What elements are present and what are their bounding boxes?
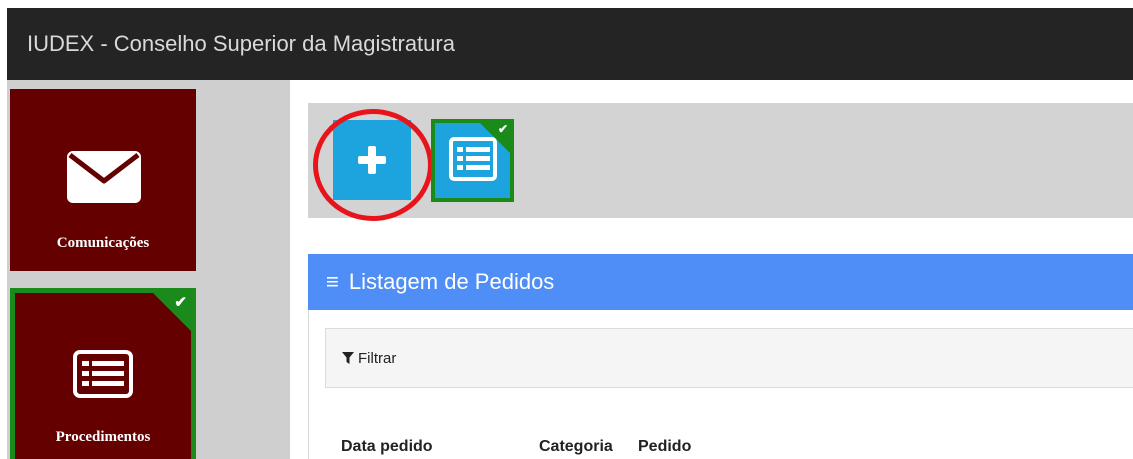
toolbar: ✔ (308, 103, 1133, 221)
sidebar-item-label: Comunicações (56, 235, 150, 251)
panel-header: ≡ Listagem de Pedidos (308, 254, 1133, 310)
sidebar-item-label: Procedimentos (55, 429, 151, 445)
hamburger-icon: ≡ (326, 269, 339, 294)
table-header: Data pedido Categoria Pedido (341, 438, 691, 456)
list-view-button[interactable]: ✔ (431, 119, 514, 202)
column-header-categoria[interactable]: Categoria (539, 438, 638, 456)
list-icon (449, 137, 497, 181)
add-button[interactable] (333, 120, 411, 200)
sidebar-item-comunicacoes[interactable]: Comunicações (10, 89, 196, 271)
plus-icon (358, 146, 386, 174)
app-title: IUDEX - Conselho Superior da Magistratur… (27, 31, 455, 56)
filter-label: Filtrar (358, 349, 397, 367)
app-title-bar: IUDEX - Conselho Superior da Magistratur… (7, 8, 1133, 80)
list-icon (73, 350, 133, 398)
envelope-icon (67, 151, 141, 203)
panel-body: Filtrar Data pedido Categoria Pedido (308, 310, 1133, 459)
filter-icon (342, 352, 354, 364)
panel-title: Listagem de Pedidos (348, 269, 555, 294)
check-icon: ✔ (174, 294, 187, 311)
check-icon: ✔ (497, 122, 508, 136)
sidebar: Comunicações ✔ Procedimentos (7, 80, 290, 459)
sidebar-item-procedimentos[interactable]: ✔ Procedimentos (10, 288, 196, 459)
filter-toggle[interactable]: Filtrar (325, 328, 1133, 388)
column-header-pedido[interactable]: Pedido (638, 438, 691, 456)
column-header-data-pedido[interactable]: Data pedido (341, 438, 539, 456)
